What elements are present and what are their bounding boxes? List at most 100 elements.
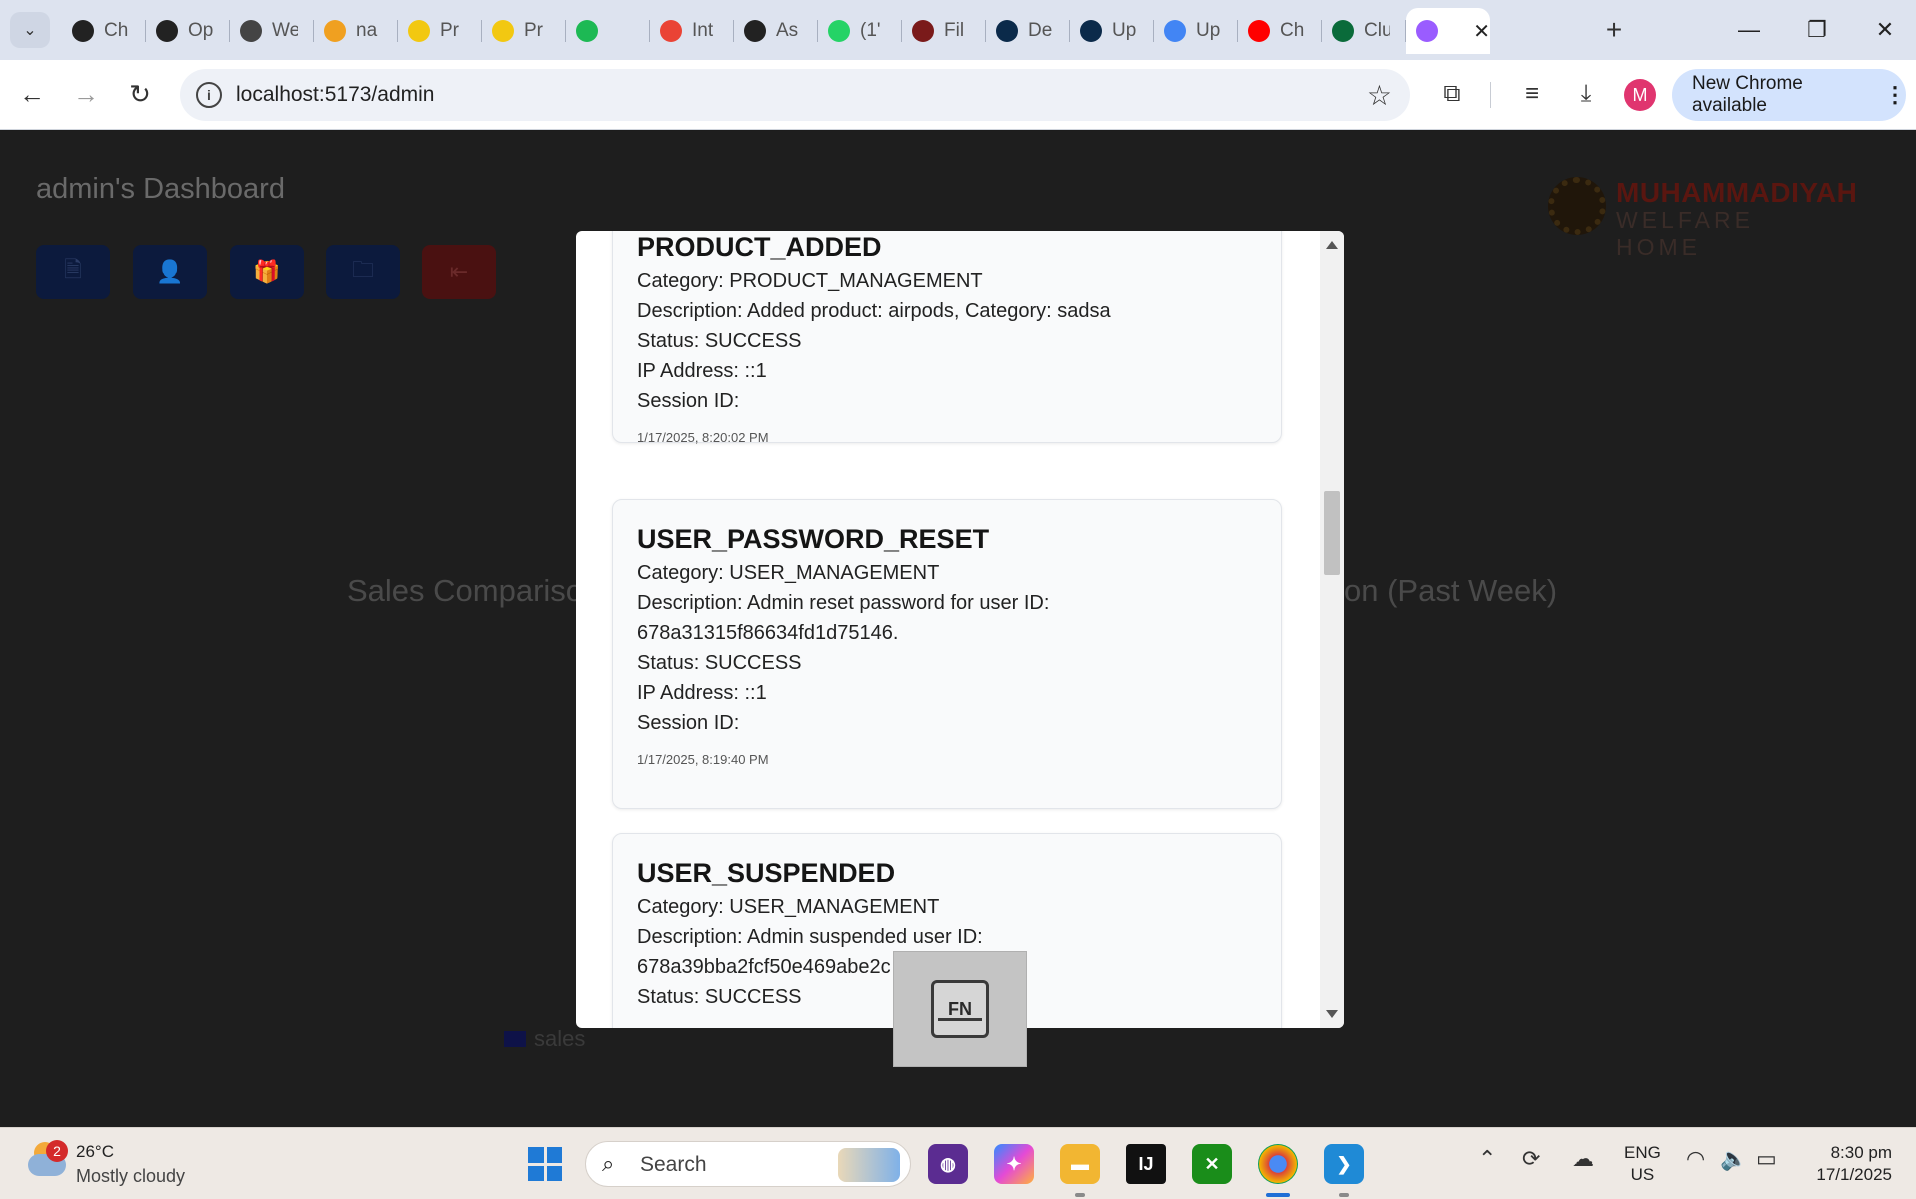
browser-tab[interactable]: Fil <box>902 8 986 54</box>
tray-overflow-chevron-icon[interactable]: ⌃ <box>1478 1146 1496 1172</box>
browser-tab[interactable]: Ch <box>1238 8 1322 54</box>
tab-title: We <box>272 20 298 41</box>
scroll-up-arrow-icon[interactable] <box>1326 241 1338 249</box>
taskbar-app-vscode-icon[interactable]: ❯ <box>1324 1144 1364 1184</box>
log-category: Category: PRODUCT_MANAGEMENT <box>637 270 983 292</box>
document-search-icon: 🗎 <box>64 257 82 282</box>
update-label: New Chrome available <box>1692 73 1803 116</box>
app-running-indicator <box>1075 1193 1085 1197</box>
vite-icon <box>1416 20 1438 42</box>
tab-title: De <box>1028 20 1053 41</box>
taskbar-app-intellij-icon[interactable]: IJ <box>1126 1144 1166 1184</box>
taskbar-app-chrome-icon[interactable] <box>1258 1144 1298 1184</box>
tab-list: Ch Op We na Pr Pr Int As (1' Fil De Up Up Ch Clu ✕ <box>62 8 1490 54</box>
browser-tab[interactable]: Op <box>146 8 230 54</box>
new-tab-button[interactable]: + <box>1598 14 1630 46</box>
browser-tab[interactable]: We <box>230 8 314 54</box>
search-label: Search <box>640 1153 707 1176</box>
gifts-button[interactable]: 🎁 <box>230 245 304 299</box>
taskbar-app-copilot-icon[interactable]: ✦ <box>994 1144 1034 1184</box>
browser-tab[interactable]: Clu <box>1322 8 1406 54</box>
add-user-button[interactable]: 👤 <box>133 245 207 299</box>
tab-title: Clu <box>1364 20 1390 41</box>
volume-icon[interactable]: 🔈 <box>1720 1146 1747 1172</box>
browser-tab[interactable]: Pr <box>398 8 482 54</box>
browser-tab[interactable]: na <box>314 8 398 54</box>
reports-button[interactable]: 🗎 <box>36 245 110 299</box>
close-tab-icon[interactable]: ✕ <box>1473 19 1490 44</box>
minimize-button[interactable]: — <box>1722 10 1776 50</box>
browser-tab[interactable]: Ch <box>62 8 146 54</box>
downloads-icon[interactable]: ⤓ <box>1568 76 1604 112</box>
scrollbar-thumb[interactable] <box>1324 491 1340 575</box>
language-indicator[interactable]: ENG US <box>1624 1142 1661 1186</box>
taskbar-search[interactable]: ⌕ Search <box>585 1141 911 1187</box>
extensions-icon[interactable]: ⧉ <box>1434 76 1470 112</box>
tab-title: As <box>776 20 799 41</box>
app-running-indicator <box>1339 1193 1349 1197</box>
modal-scrollbar[interactable] <box>1320 231 1344 1028</box>
log-category: Category: USER_MANAGEMENT <box>637 896 940 918</box>
log-action: USER_PASSWORD_RESET <box>637 524 990 554</box>
battery-icon[interactable]: ▭ <box>1756 1146 1777 1172</box>
toolbar-divider <box>1490 82 1491 108</box>
chart-legend: sales <box>504 1026 585 1052</box>
log-description-continued: 678a31315f86634fd1d75146. <box>637 622 899 644</box>
wifi-icon[interactable]: ◠ <box>1686 1146 1705 1172</box>
forward-button[interactable]: → <box>68 76 104 112</box>
address-url[interactable]: localhost:5173/admin <box>236 83 434 107</box>
browser-tab[interactable]: Up <box>1154 8 1238 54</box>
tab-search-button[interactable]: ⌄ <box>10 12 50 48</box>
reload-button[interactable]: ↻ <box>122 76 158 112</box>
browser-tab[interactable]: As <box>734 8 818 54</box>
system-clock[interactable]: 8:30 pm 17/1/2025 <box>1808 1142 1892 1186</box>
browser-tab[interactable]: De <box>986 8 1070 54</box>
log-action: PRODUCT_ADDED <box>637 232 882 262</box>
close-window-button[interactable]: ✕ <box>1858 10 1912 50</box>
d-icon <box>996 20 1018 42</box>
browser-tab[interactable] <box>566 8 650 54</box>
taskbar-app-xbox-icon[interactable]: ✕ <box>1192 1144 1232 1184</box>
onedrive-icon[interactable]: ☁ <box>1572 1146 1594 1172</box>
spotify-icon <box>576 20 598 42</box>
scroll-down-arrow-icon[interactable] <box>1326 1010 1338 1018</box>
chrome-update-button[interactable]: New Chrome available ⋮ <box>1672 69 1906 121</box>
browser-toolbar: ← → ↻ i localhost:5173/admin ☆ ⧉ ≡ ⤓ M N… <box>0 60 1916 130</box>
logout-button[interactable]: ⇤ <box>422 245 496 299</box>
tab-title: Int <box>692 20 714 41</box>
legend-label: sales <box>534 1026 586 1051</box>
search-icon: ⌕ <box>602 1151 615 1176</box>
whatsapp-icon <box>828 20 850 42</box>
start-button[interactable] <box>528 1147 562 1181</box>
taskbar-app-copilot-vault-icon[interactable]: ◍ <box>928 1144 968 1184</box>
browser-tab[interactable]: Int <box>650 8 734 54</box>
site-info-icon[interactable]: i <box>196 82 222 108</box>
tab-title: (1' <box>860 20 881 41</box>
log-ip-address: IP Address: ::1 <box>637 360 767 382</box>
media-control-icon[interactable]: ≡ <box>1514 76 1550 112</box>
logo-line-1: MUHAMMADIYAH <box>1616 177 1858 208</box>
page-title: admin's Dashboard <box>36 173 285 205</box>
sync-icon[interactable]: ⟳ <box>1522 1146 1540 1172</box>
taskbar-app-file-explorer-icon[interactable]: ▬ <box>1060 1144 1100 1184</box>
tab-title: Pr <box>440 20 459 41</box>
bookmark-star-icon[interactable]: ☆ <box>1367 79 1392 112</box>
back-button[interactable]: ← <box>14 76 50 112</box>
clock-date: 17/1/2025 <box>1816 1165 1892 1184</box>
weather-description[interactable]: Mostly cloudy <box>76 1166 185 1187</box>
browser-tab[interactable]: Up <box>1070 8 1154 54</box>
restore-button[interactable]: ❐ <box>1790 10 1844 50</box>
folder-button[interactable]: 🗀 <box>326 245 400 299</box>
log-list[interactable]: PRODUCT_ADDED Category: PRODUCT_MANAGEME… <box>576 231 1320 1028</box>
muhammadiyah-logo: MUHAMMADIYAH WELFARE HOME <box>1548 175 1857 260</box>
weather-temperature[interactable]: 26°C <box>76 1142 114 1162</box>
more-menu-icon[interactable]: ⋮ <box>1884 82 1906 108</box>
address-bar[interactable]: i localhost:5173/admin ☆ <box>180 69 1410 121</box>
profile-avatar[interactable]: M <box>1624 79 1656 111</box>
openai-icon <box>72 20 94 42</box>
browser-tab[interactable]: (1' <box>818 8 902 54</box>
chevron-down-icon: ⌄ <box>23 22 37 39</box>
browser-tab[interactable]: ✕ <box>1406 8 1490 54</box>
sales-chart-title: Sales Comparison <box>347 573 601 608</box>
browser-tab[interactable]: Pr <box>482 8 566 54</box>
